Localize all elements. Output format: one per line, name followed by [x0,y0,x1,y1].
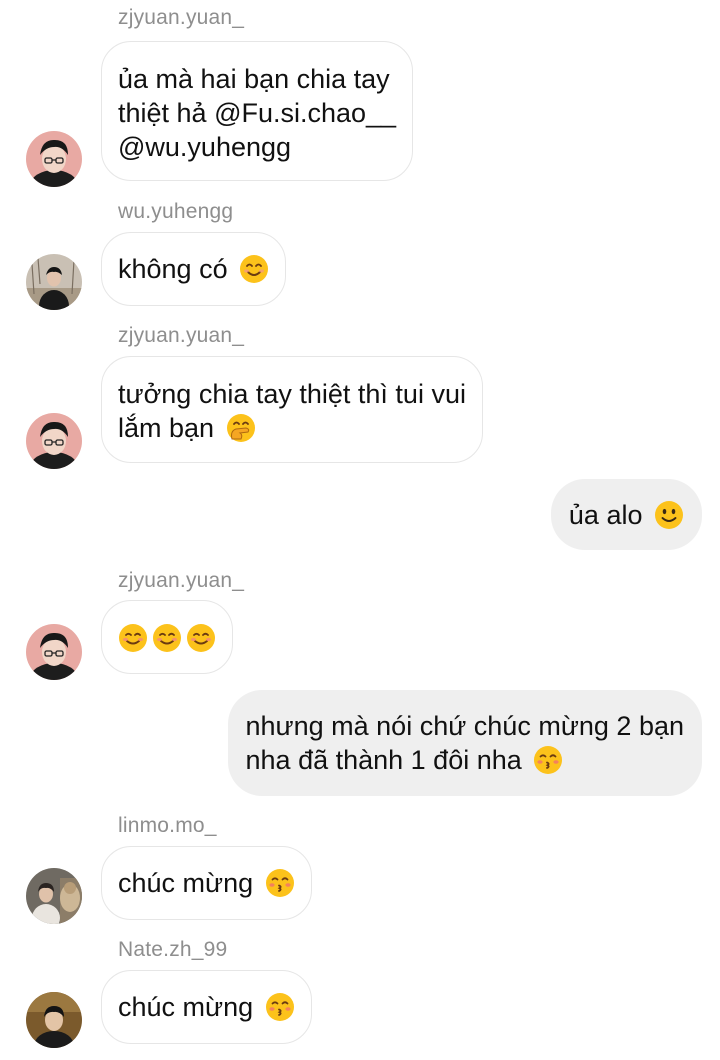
message-line: thiệt hả @Fu.si.chao__ [118,98,397,128]
message-line: nhưng mà nói chứ chúc mừng 2 bạn [245,711,684,741]
message-bubble[interactable]: tưởng chia tay thiệt thì tui vui lắm bạn [101,356,483,463]
outgoing-message-bubble[interactable]: ủa alo [550,479,702,550]
sender-name[interactable]: linmo.mo_ [118,814,217,838]
sender-name[interactable]: zjyuan.yuan_ [118,6,244,30]
avatar[interactable] [26,868,82,924]
avatar[interactable] [26,131,82,187]
message-line: chúc mừng [118,990,295,1024]
message-bubble[interactable]: chúc mừng [101,970,312,1044]
slightly-smiling-face-icon [654,500,684,530]
message-bubble[interactable]: ủa mà hai bạn chia tay thiệt hả @Fu.si.c… [101,41,414,181]
kissing-face-with-closed-eyes-icon [265,992,295,1022]
avatar[interactable] [26,624,82,680]
message-bubble[interactable]: không có [101,232,287,306]
message-line: lắm bạn [118,411,466,445]
smiling-face-icon [186,623,216,653]
avatar[interactable] [26,254,82,310]
kissing-face-with-closed-eyes-icon [265,868,295,898]
sender-name[interactable]: zjyuan.yuan_ [118,324,244,348]
avatar[interactable] [26,413,82,469]
message-line: ủa mà hai bạn chia tay [118,64,390,94]
message-line: tưởng chia tay thiệt thì tui vui [118,379,466,409]
outgoing-message-bubble[interactable]: nhưng mà nói chứ chúc mừng 2 bạn nha đã … [227,690,702,796]
face-with-hand-over-mouth-icon [226,413,256,443]
sender-name[interactable]: Nate.zh_99 [118,938,227,962]
message-line: không có [118,252,269,286]
message-bubble[interactable]: chúc mừng [101,846,312,920]
smiling-face-icon [118,623,148,653]
smiling-face-with-smiling-eyes-icon [239,254,269,284]
message-line: nha đã thành 1 đôi nha [246,743,684,777]
sender-name[interactable]: zjyuan.yuan_ [118,569,244,593]
kissing-face-with-closed-eyes-icon [533,745,563,775]
message-line: @wu.yuhengg [118,132,292,162]
message-line: ủa alo [569,498,684,532]
message-bubble[interactable] [101,600,233,674]
emoji-row [118,621,216,655]
avatar[interactable] [26,992,82,1048]
sender-name[interactable]: wu.yuhengg [118,200,233,224]
message-line: chúc mừng [118,866,295,900]
smiling-face-icon [152,623,182,653]
